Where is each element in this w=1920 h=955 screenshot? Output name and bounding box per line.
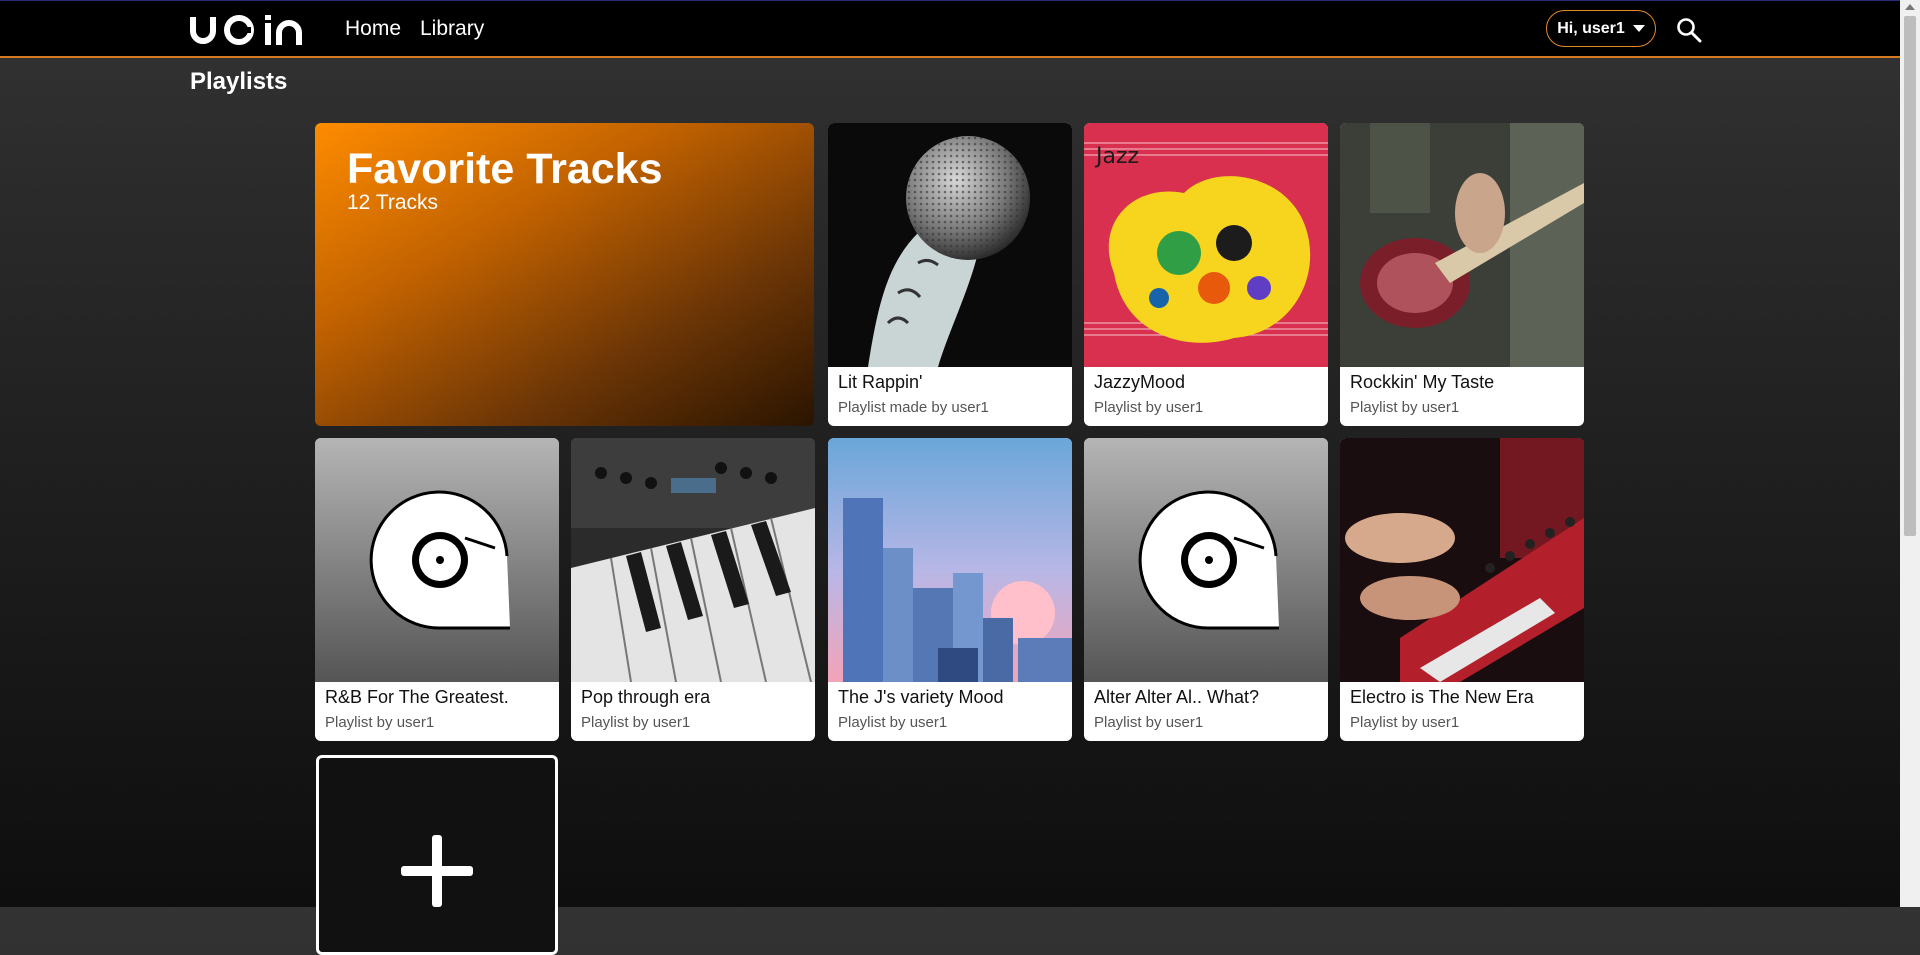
playlist-cover-image: Jazz <box>1084 123 1328 367</box>
svg-text:Jazz: Jazz <box>1094 144 1139 169</box>
chevron-down-icon <box>1632 25 1645 32</box>
top-navbar: Home Library Hi, user1 <box>0 0 1900 58</box>
playlist-card[interactable]: The J's variety Mood Playlist by user1 <box>828 438 1072 741</box>
playlist-name: JazzyMood <box>1094 372 1186 392</box>
playlist-cover-image <box>1340 438 1584 682</box>
playlist-owner: Playlist by user1 <box>325 714 435 731</box>
user-menu-label: Hi, user1 <box>1557 19 1625 37</box>
user-menu-button[interactable]: Hi, user1 <box>1546 10 1656 47</box>
playlist-owner: Playlist by user1 <box>581 714 691 731</box>
scroll-up-arrow-icon[interactable] <box>1905 4 1915 10</box>
playlist-card[interactable]: Rockkin' My Taste Playlist by user1 <box>1340 123 1584 426</box>
brand-logo[interactable] <box>189 13 309 47</box>
playlist-card[interactable]: R&B For The Greatest. Playlist by user1 <box>315 438 559 741</box>
playlist-cover-image <box>571 438 815 682</box>
favorite-tracks-card[interactable]: Favorite Tracks 12 Tracks <box>315 123 814 426</box>
page-scrollbar[interactable] <box>1900 0 1920 907</box>
playlist-cover-image <box>828 438 1072 682</box>
playlist-cover-image <box>1340 123 1584 367</box>
playlist-name: Alter Alter Al.. What? <box>1094 687 1260 707</box>
plus-icon <box>432 835 442 907</box>
playlist-card[interactable]: Alter Alter Al.. What? Playlist by user1 <box>1084 438 1328 741</box>
playlist-owner: Playlist by user1 <box>1350 399 1460 416</box>
playlist-name: Electro is The New Era <box>1350 687 1534 707</box>
scrollbar-thumb[interactable] <box>1904 16 1916 536</box>
playlist-name: Pop through era <box>581 687 711 707</box>
playlist-name: R&B For The Greatest. <box>325 687 509 707</box>
playlist-owner: Playlist by user1 <box>1350 714 1460 731</box>
playlist-cover-image <box>828 123 1072 367</box>
playlist-owner: Playlist by user1 <box>1094 714 1204 731</box>
favorite-tracks-title: Favorite Tracks <box>347 145 663 193</box>
playlist-name: Rockkin' My Taste <box>1350 372 1495 392</box>
playlist-owner: Playlist by user1 <box>1094 399 1204 416</box>
playlist-card[interactable]: Lit Rappin' Playlist made by user1 <box>828 123 1072 426</box>
add-playlist-button[interactable] <box>316 755 558 955</box>
nav-home-link[interactable]: Home <box>345 17 401 41</box>
playlist-name: The J's variety Mood <box>838 687 1004 707</box>
playlist-name: Lit Rappin' <box>838 372 923 392</box>
playlist-card[interactable]: Pop through era Playlist by user1 <box>571 438 815 741</box>
favorite-tracks-count: 12 Tracks <box>347 191 439 214</box>
page-title: Playlists <box>190 68 288 95</box>
playlist-card[interactable]: Jazz JazzyMood Playlist by user1 <box>1084 123 1328 426</box>
playlist-cover-image <box>315 438 559 682</box>
search-icon[interactable] <box>1676 17 1702 43</box>
playlist-cover-image <box>1084 438 1328 682</box>
playlist-card[interactable]: Electro is The New Era Playlist by user1 <box>1340 438 1584 741</box>
nav-library-link[interactable]: Library <box>420 17 484 41</box>
playlist-owner: Playlist by user1 <box>838 714 948 731</box>
brand-logo-icon <box>1138 490 1279 630</box>
playlist-owner: Playlist made by user1 <box>838 399 989 416</box>
brand-logo-icon <box>369 490 510 630</box>
